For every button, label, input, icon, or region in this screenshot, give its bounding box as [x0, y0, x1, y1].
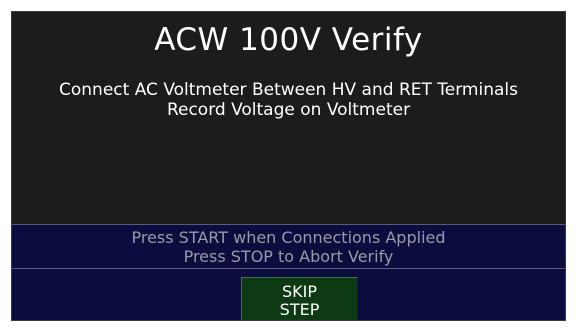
page-title: ACW 100V Verify	[154, 22, 423, 58]
instruction-record: Record Voltage on Voltmeter	[166, 100, 411, 120]
skip-step-label-line2: STEP	[279, 300, 320, 319]
skip-step-button[interactable]: SKIP STEP	[241, 277, 358, 320]
button-bar: SKIP STEP	[12, 269, 565, 320]
instruction-connect: Connect AC Voltmeter Between HV and RET …	[59, 80, 518, 100]
instructions: Connect AC Voltmeter Between HV and RET …	[12, 80, 565, 120]
skip-step-label-line1: SKIP	[281, 282, 317, 301]
prompt-bar: Press START when Connections Applied Pre…	[12, 224, 565, 269]
verify-screen: ACW 100V Verify Connect AC Voltmeter Bet…	[11, 11, 566, 321]
prompt-start: Press START when Connections Applied	[131, 228, 446, 247]
prompt-stop: Press STOP to Abort Verify	[183, 247, 394, 266]
